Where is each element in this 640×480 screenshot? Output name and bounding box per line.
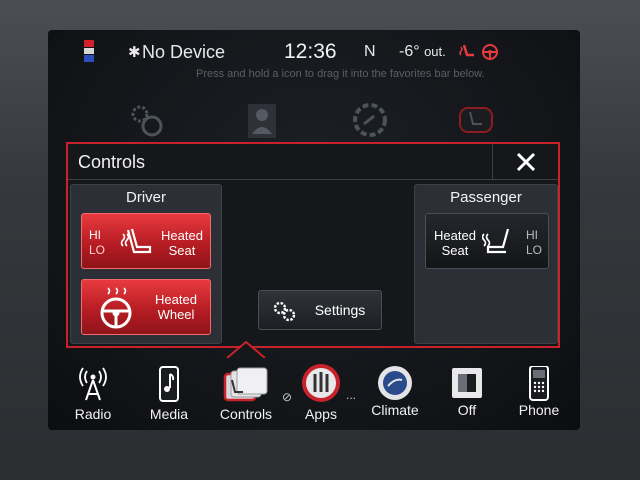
nav-off[interactable]: Off <box>434 360 500 430</box>
infotainment-screen: ✱ No Device 12:36 N -6° out. Press and h… <box>48 30 580 430</box>
driver-title: Driver <box>126 189 166 206</box>
passenger-panel: Passenger Heated Seat HI LO <box>414 184 558 344</box>
active-tab-pointer-icon <box>226 340 266 358</box>
outside-temperature: -6° out. <box>399 43 446 61</box>
nav-media-label: Media <box>149 406 189 422</box>
status-bar: ✱ No Device 12:36 N -6° out. Press and h… <box>48 30 580 80</box>
bottom-nav-bar: Radio Media Controls ⊘ ... Apps Climate … <box>48 340 580 430</box>
climate-icon <box>378 366 412 400</box>
nav-radio-label: Radio <box>74 406 112 422</box>
controls-popup: Controls Driver HI LO Heated Seat Heated… <box>66 142 560 348</box>
driver-seat-label-1: Heated <box>161 228 203 243</box>
apps-left-glyph: ⊘ <box>282 390 293 404</box>
nav-controls-label: Controls <box>219 406 273 422</box>
media-icon <box>159 366 179 402</box>
temperature-suffix: out. <box>424 44 446 59</box>
close-icon <box>516 152 536 172</box>
passenger-title: Passenger <box>450 189 522 206</box>
popup-title: Controls <box>78 152 146 172</box>
nav-phone-label: Phone <box>518 402 560 418</box>
driver-seat-label-2: Seat <box>168 243 196 258</box>
driver-wheel-label-2: Wheel <box>157 307 195 322</box>
passenger-seat-label-2: Seat <box>441 243 469 258</box>
controls-shortcut-icon[interactable] <box>456 100 496 140</box>
drag-hint: Press and hold a icon to drag it into th… <box>196 68 485 80</box>
settings-gears-icon <box>273 301 296 322</box>
screen-off-icon <box>452 368 482 398</box>
nav-climate-label: Climate <box>371 402 419 418</box>
temperature-value: -6° <box>399 43 420 60</box>
passenger-seat-label-1: Heated <box>434 228 476 243</box>
navigation-icon[interactable] <box>350 100 390 140</box>
settings-label: Settings <box>314 302 366 318</box>
device-status[interactable]: No Device <box>142 42 225 63</box>
passenger-seat-lo: LO <box>526 243 543 257</box>
nav-phone[interactable]: Phone <box>506 360 572 430</box>
driver-seat-lo: LO <box>89 243 106 257</box>
apps-icon <box>302 364 340 402</box>
driver-heated-seat-button[interactable]: HI LO Heated Seat <box>81 213 211 269</box>
driver-panel: Driver HI LO Heated Seat Heated Wheel <box>70 184 222 344</box>
nav-apps[interactable]: ⊘ ... Apps <box>282 360 357 430</box>
radio-tower-icon <box>79 367 107 401</box>
driver-seat-hi: HI <box>89 228 101 242</box>
driver-wheel-label-1: Heated <box>155 292 197 307</box>
settings-button[interactable]: Settings <box>258 290 382 330</box>
controls-icon <box>223 367 268 402</box>
passenger-heated-seat-button[interactable]: Heated Seat HI LO <box>425 213 549 269</box>
nav-off-label: Off <box>457 402 477 418</box>
heated-wheel-icon <box>100 287 132 329</box>
passenger-seat-hi: HI <box>526 228 538 242</box>
close-button[interactable] <box>492 144 558 180</box>
driver-heated-wheel-button[interactable]: Heated Wheel <box>81 279 211 335</box>
phone-icon <box>529 366 549 401</box>
compass-heading: N <box>364 43 376 60</box>
heated-seat-icon <box>120 228 152 254</box>
driver-profile-icon[interactable] <box>242 100 282 140</box>
brand-logo <box>84 40 96 62</box>
nav-radio[interactable]: Radio <box>60 360 126 430</box>
nav-climate[interactable]: Climate <box>362 360 428 430</box>
nav-apps-label: Apps <box>305 406 337 422</box>
clock: 12:36 <box>284 40 337 63</box>
nav-media[interactable]: Media <box>136 360 202 430</box>
bluetooth-icon: ✱ <box>128 44 141 61</box>
nav-controls[interactable]: Controls <box>213 340 279 430</box>
settings-gear-icon[interactable] <box>126 100 166 140</box>
heated-wheel-indicator-icon <box>482 44 498 60</box>
apps-more-dots: ... <box>346 388 357 402</box>
heated-seat-indicator-icon <box>459 44 474 57</box>
popup-header: Controls <box>68 144 558 180</box>
passenger-heated-seat-icon <box>482 228 510 254</box>
